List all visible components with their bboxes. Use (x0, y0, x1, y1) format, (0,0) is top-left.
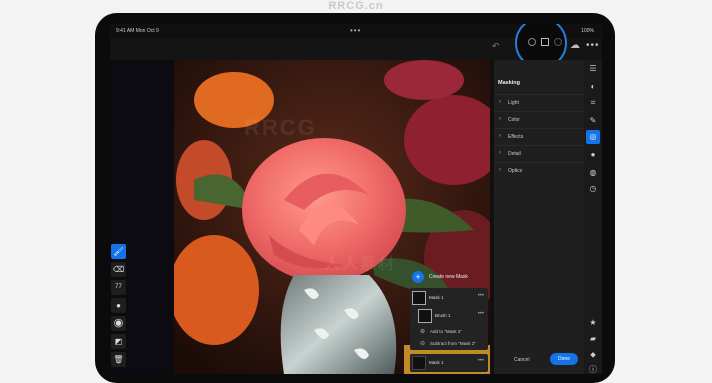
color-icon[interactable]: ◍ (586, 166, 600, 180)
circle-icon (554, 38, 562, 46)
add-label: Add to "Mask 2" (430, 329, 462, 334)
mask-name: Mask 1 (429, 360, 444, 365)
multitask-dots[interactable]: ••• (350, 26, 361, 35)
subtract-from-mask-item[interactable]: ⊖ Subtract from "Mask 2" (420, 338, 488, 350)
auto-mask-icon[interactable]: ◩ (111, 334, 126, 349)
undo-icon[interactable]: ↶ (492, 41, 500, 52)
flow-icon[interactable]: ◉ (111, 316, 126, 331)
chevron-right-icon: › (499, 133, 501, 139)
star-icon[interactable]: ★ (586, 316, 600, 330)
masking-row-light[interactable]: › Light (494, 94, 584, 111)
mask-group-2: Mask 1 ••• (410, 354, 488, 372)
status-time: 9:41 AM Mon Oct 9 (116, 28, 159, 34)
light-icon[interactable]: ● (586, 148, 600, 162)
mask-group: Mask 1 ••• Brush 1 ••• ⊕ Add to "Mask 2"… (410, 288, 488, 350)
history-icon[interactable]: ◷ (586, 182, 600, 196)
done-button[interactable]: Done (550, 353, 578, 365)
mask-layer[interactable]: Mask 1 ••• (410, 355, 488, 371)
subtract-label: Subtract from "Mask 2" (430, 341, 476, 346)
crop-icon[interactable]: ⌗ (586, 96, 600, 110)
watermark: RRCG.cn (328, 0, 384, 12)
tag-icon[interactable]: ⬥ (586, 348, 600, 362)
more-icon[interactable]: ••• (478, 358, 484, 364)
circle-icon (528, 38, 536, 46)
create-mask-label: Create new Mask (429, 274, 468, 280)
mask-thumbnail (412, 356, 426, 370)
masking-panel: Masking › Light › Color › Effects › Deta… (494, 60, 584, 374)
masking-row-detail[interactable]: › Detail (494, 145, 584, 162)
more-icon[interactable]: ••• (478, 293, 484, 299)
sliders-icon[interactable]: ☰ (586, 62, 600, 76)
panel-title: Masking (498, 80, 521, 86)
chevron-right-icon: › (499, 99, 501, 105)
masking-icon[interactable]: ◎ (586, 130, 600, 144)
brush-icon (418, 309, 432, 323)
add-icon[interactable]: + (412, 271, 424, 283)
row-label: Effects (508, 134, 524, 140)
brush-name: Brush 1 (435, 313, 451, 318)
add-circle-icon: ⊕ (420, 329, 426, 335)
app-screen: 9:41 AM Mon Oct 9 ••• 100% ↶ ☁ ••• RRCG … (110, 24, 602, 374)
info-icon[interactable]: ⓘ (586, 363, 600, 374)
battery-level: 100% (581, 28, 594, 34)
cloud-icon[interactable]: ☁ (570, 40, 580, 51)
cancel-button[interactable]: Cancel (514, 357, 530, 363)
eraser-tool-icon[interactable]: ⌫ (111, 262, 126, 277)
more-icon[interactable]: ••• (478, 311, 484, 317)
presets-icon[interactable]: ◐ (586, 80, 600, 94)
watermark-overlay: 人人素材 (324, 256, 397, 273)
masking-row-effects[interactable]: › Effects (494, 128, 584, 145)
row-label: Color (508, 117, 520, 123)
mask-layer[interactable]: Mask 1 ••• (410, 290, 488, 306)
chevron-right-icon: › (499, 116, 501, 122)
square-icon (541, 38, 549, 46)
row-label: Light (508, 100, 519, 106)
brush-size-value[interactable]: 77 (111, 280, 126, 295)
row-label: Detail (508, 151, 521, 157)
mask-thumbnail (412, 291, 426, 305)
trash-icon[interactable]: 🗑 (111, 352, 126, 367)
more-icon[interactable]: ••• (586, 40, 600, 51)
subtract-circle-icon: ⊖ (420, 341, 426, 347)
mask-layers-panel: + Create new Mask Mask 1 ••• Brush 1 •••… (410, 268, 488, 372)
row-label: Optics (508, 168, 523, 174)
chevron-right-icon: › (499, 167, 501, 173)
masking-row-optics[interactable]: › Optics (494, 162, 584, 179)
brush-toolstrip: 🖌 ⌫ 77 ● ◉ ◩ 🗑 (110, 244, 128, 367)
mask-name: Mask 1 (429, 295, 444, 300)
add-to-mask-item[interactable]: ⊕ Add to "Mask 2" (420, 326, 488, 338)
watermark-overlay: RRCG (244, 115, 317, 140)
brush-tool-icon[interactable]: 🖌 (111, 244, 126, 259)
edit-rail: ☰ ◐ ⌗ ✎ ◎ ● ◍ ◷ ★ ▰ ⬥ ⓘ (584, 60, 602, 374)
masking-row-color[interactable]: › Color (494, 111, 584, 128)
comment-icon[interactable]: ▰ (586, 332, 600, 346)
brush-component[interactable]: Brush 1 ••• (416, 308, 488, 324)
feather-icon[interactable]: ● (111, 298, 126, 313)
heal-icon[interactable]: ✎ (586, 114, 600, 128)
create-mask-row[interactable]: + Create new Mask (412, 271, 488, 283)
chevron-right-icon: › (499, 150, 501, 156)
